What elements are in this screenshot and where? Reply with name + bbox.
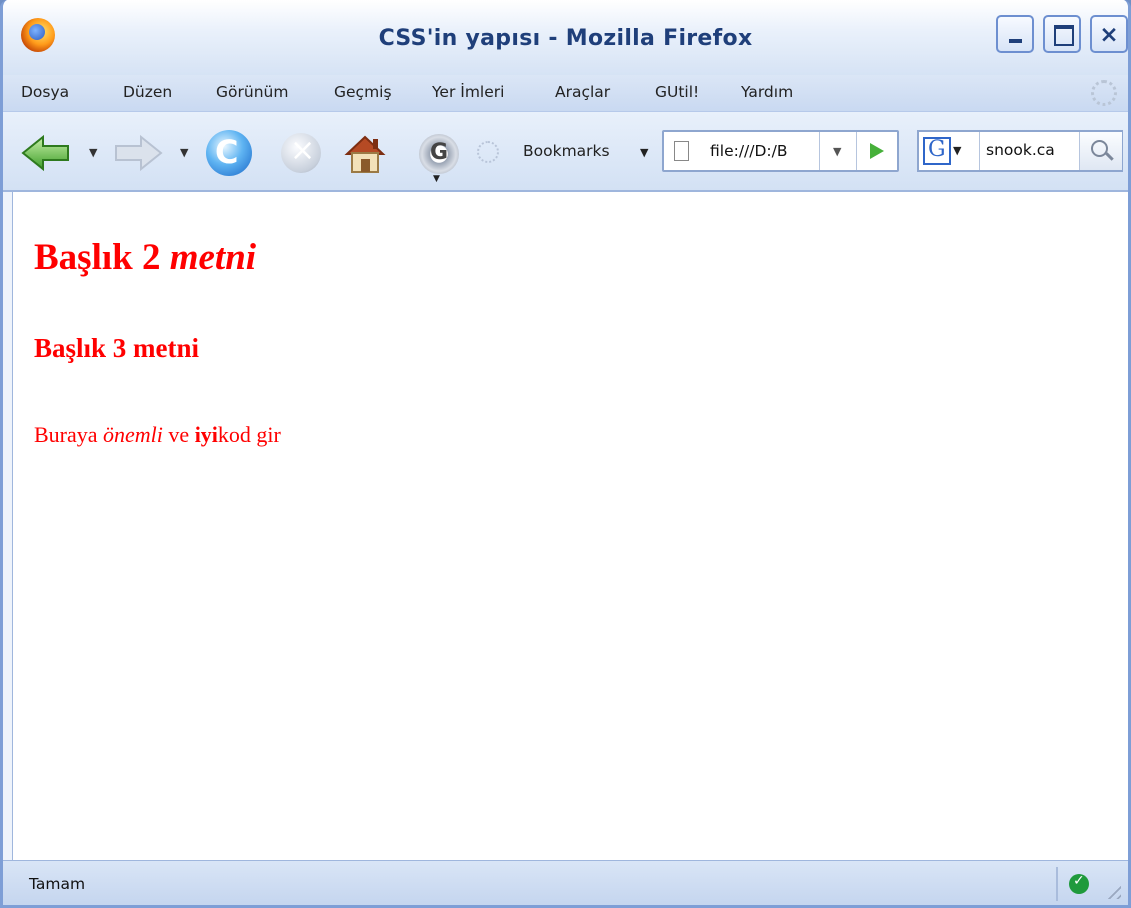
bookmarks-dropdown-icon[interactable]: ▼	[640, 146, 648, 159]
maximize-button[interactable]	[1043, 15, 1081, 53]
page-icon	[674, 141, 689, 161]
reload-icon[interactable]	[206, 130, 252, 176]
menu-bar: Dosya Düzen Görünüm Geçmiş Yer İmleri Ar…	[3, 75, 1128, 112]
menu-duzen[interactable]: Düzen	[123, 83, 172, 101]
address-bar[interactable]: file:///D:/B ▼	[662, 130, 899, 172]
stop-icon[interactable]	[281, 133, 321, 173]
address-input[interactable]: file:///D:/B	[710, 142, 818, 160]
heading-3: Başlık 3 metni	[34, 333, 200, 363]
minimize-button[interactable]	[996, 15, 1034, 53]
gear-icon[interactable]: G	[419, 134, 459, 174]
menu-araclar[interactable]: Araçlar	[555, 83, 610, 101]
resize-grip-icon[interactable]	[1103, 881, 1121, 899]
paragraph: Buraya önemli ve iyikod gir	[34, 422, 281, 447]
status-divider	[1056, 867, 1058, 901]
title-bar[interactable]: CSS'in yapısı - Mozilla Firefox ×	[3, 0, 1128, 75]
loading-spinner-icon	[477, 141, 499, 163]
menu-gutil[interactable]: GUtil!	[655, 83, 699, 101]
page-content: Başlık 2 metni Başlık 3 metni Buraya öne…	[12, 192, 1128, 860]
home-icon[interactable]	[343, 132, 387, 174]
forward-arrow-icon[interactable]	[113, 134, 163, 172]
address-history-dropdown[interactable]: ▼	[819, 132, 856, 170]
menu-dosya[interactable]: Dosya	[21, 83, 69, 101]
search-engine-icon[interactable]: G	[923, 137, 951, 165]
forward-dropdown-icon[interactable]: ▼	[180, 146, 188, 159]
heading-2-italic: metni	[169, 237, 257, 278]
heading-2: Başlık 2 metni	[34, 237, 257, 278]
back-dropdown-icon[interactable]: ▼	[89, 146, 97, 159]
chevron-down-icon: ▼	[833, 145, 842, 158]
search-input[interactable]: snook.ca	[979, 132, 1079, 170]
emphasis-text: önemli	[103, 422, 163, 447]
navigation-toolbar: ▼ ▼ G ▼ Bookmarks ▼ file:///D:/B ▼ G ▼ s…	[3, 112, 1128, 192]
window-title: CSS'in yapısı - Mozilla Firefox	[378, 26, 753, 51]
back-arrow-icon[interactable]	[21, 134, 71, 172]
bookmarks-button[interactable]: Bookmarks	[523, 142, 610, 160]
menu-yardim[interactable]: Yardım	[741, 83, 793, 101]
status-bar: Tamam ✓	[3, 860, 1128, 905]
menu-gecmis[interactable]: Geçmiş	[334, 83, 392, 101]
close-icon: ×	[1099, 22, 1119, 48]
browser-window: CSS'in yapısı - Mozilla Firefox × Dosya …	[0, 0, 1131, 908]
security-ok-icon[interactable]: ✓	[1069, 873, 1089, 894]
search-engine-dropdown-icon[interactable]: ▼	[953, 144, 961, 157]
close-button[interactable]: ×	[1090, 15, 1128, 53]
menu-gorunum[interactable]: Görünüm	[216, 83, 288, 101]
gear-dropdown-icon[interactable]: ▼	[433, 174, 440, 184]
activity-throbber-icon	[1091, 80, 1117, 106]
menu-yer-imleri[interactable]: Yer İmleri	[432, 83, 504, 101]
magnifier-icon[interactable]	[1079, 132, 1122, 170]
status-text: Tamam	[29, 875, 86, 893]
search-bar[interactable]: G ▼ snook.ca	[917, 130, 1123, 172]
go-button[interactable]	[856, 132, 899, 170]
strong-text: iyi	[194, 422, 218, 447]
